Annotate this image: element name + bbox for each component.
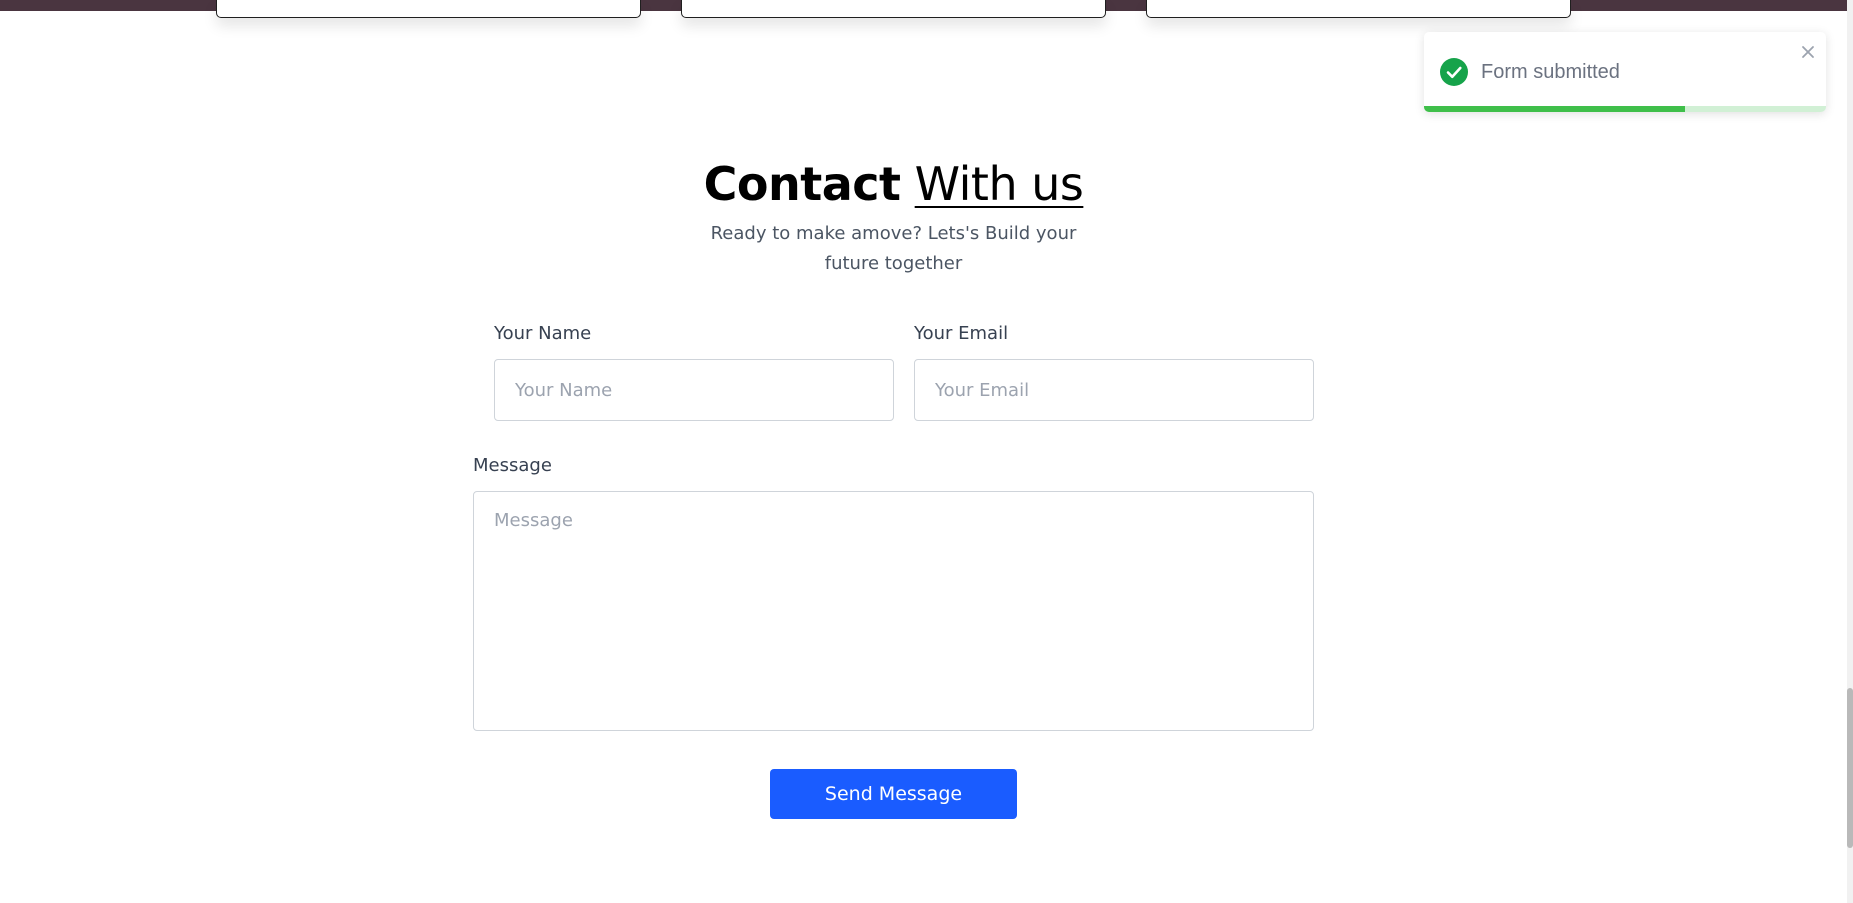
- section-title: Contact With us: [0, 154, 1787, 214]
- toast-progress-fill: [1424, 106, 1686, 112]
- name-label: Your Name: [494, 323, 592, 344]
- scrollbar-thumb[interactable]: [1847, 688, 1853, 848]
- toast-message: Form submitted: [1481, 61, 1620, 83]
- section-title-underlined: With us: [914, 157, 1084, 211]
- section-subtitle-text: Ready to make amove? Lets's Build your f…: [710, 223, 1077, 274]
- message-label: Message: [473, 455, 552, 476]
- send-message-button[interactable]: Send Message: [770, 769, 1017, 819]
- card-bottom-edge: [216, 0, 641, 18]
- section-subtitle: Ready to make amove? Lets's Build your f…: [0, 219, 1787, 279]
- section-title-bold: Contact: [703, 157, 901, 211]
- card-bottom-edge: [681, 0, 1106, 18]
- success-toast: Form submitted: [1424, 32, 1826, 112]
- message-textarea[interactable]: [473, 491, 1314, 731]
- email-label: Your Email: [914, 323, 1009, 344]
- check-circle-icon: [1440, 58, 1468, 86]
- close-icon[interactable]: [1798, 42, 1818, 62]
- card-bottom-edge: [1146, 0, 1571, 18]
- toast-progress-bar: [1424, 106, 1826, 112]
- name-input[interactable]: [494, 359, 894, 421]
- email-input[interactable]: [914, 359, 1314, 421]
